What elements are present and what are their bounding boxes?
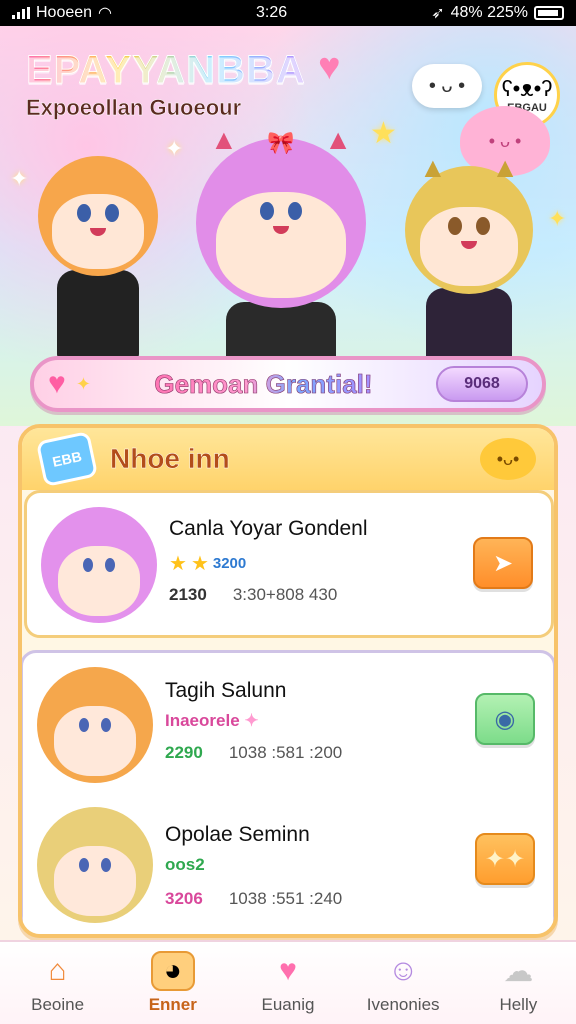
sparkles-icon: ✦✦ [484,845,526,873]
avatar [37,807,153,923]
character-head: ▲ ▲ [405,152,533,294]
nav-item-chat[interactable]: ◕ Enner [123,951,223,1015]
item-name: Opolae Seminn [165,823,310,846]
nav-item-help[interactable]: ☁ Helly [468,951,568,1015]
item-tag: oos2 [165,855,205,874]
nav-label: Helly [499,995,538,1014]
home-icon: ⌂ [48,954,67,987]
nav-label: Enner [148,995,197,1014]
character-orange-hair [38,156,158,360]
wifi-icon: ◠ [98,5,113,22]
rating-text: 3200 [212,555,247,572]
nav-item-favorites[interactable]: ♥ Euanig [238,951,338,1015]
character-head [38,156,158,276]
meta-lead: 2290 [165,743,203,762]
character-head: 🎀 ▲ ▲ [196,124,366,308]
heart-icon: ♥ [279,954,297,987]
gift-button[interactable]: ✦✦ [475,833,535,885]
sparkle-icon: ✦ [165,136,184,161]
list-item[interactable]: Tagih Salunn Inaeorele ✦ 2290 1038 :581 … [23,653,553,793]
item-meta: 2290 1038 :581 :200 [165,743,342,763]
chat-icon: ◕ [150,951,195,991]
battery-text: 48% 225% [450,4,528,21]
status-time: 3:26 [256,4,288,21]
nav-label: Euanig [261,995,315,1014]
location-icon: ➶ [431,5,445,22]
heart-icon: ♥ [318,46,341,88]
app-title: EPAYYANBBA [26,48,306,93]
cat-ears-icon: ▲ ▲ [419,152,519,183]
star-badge-icon: EBB [35,430,99,488]
avatar [41,507,157,623]
star-icon: ★ [190,553,209,575]
list-item[interactable]: Canla Yoyar Gondenl ★ ★ 3200 2130 3:30+8… [24,490,554,638]
rating: ★ ★ 3200 [169,551,246,576]
banner-text: Gemoan Grantial! [101,368,426,400]
banner-button[interactable]: 9068 [436,366,528,402]
avatar [37,667,153,783]
sparkle-icon: ✦ [75,373,91,394]
nav-label: Ivenonies [366,995,440,1014]
item-name: Tagih Salunn [165,679,287,702]
sparkle-icon: ✦ [10,166,29,191]
item-tag-text: Inaeorele [165,711,240,730]
heart-icon: ♥ [48,367,66,400]
list-group: Tagih Salunn Inaeorele ✦ 2290 1038 :581 … [22,650,554,934]
sparkle-icon: ✦ [548,206,567,231]
status-bar: Hooeen ◠ 3:26 ➶ 48% 225% [0,0,576,26]
cloud-icon: ☁ [503,954,534,988]
friends-panel: EBB Nhoe inn •ᴗ• Canla Yoyar Gondenl ★ ★… [18,424,558,938]
send-icon: ➤ [492,549,514,577]
send-button[interactable]: ➤ [473,537,533,589]
ghost-icon: ☺ [387,954,419,987]
nav-item-home[interactable]: ⌂ Beoine [8,951,108,1015]
star-icon: ★ [370,117,397,150]
meta-tail: 1038 :581 :200 [228,743,343,762]
meta-tail: 1038 :551 :240 [228,889,343,908]
mascot-face-icon: ʕ•ᴥ•ʔ [501,76,553,101]
character-pink-hair: 🎀 ▲ ▲ [196,124,366,387]
signal-icon [12,7,30,19]
promo-banner[interactable]: ♥ ✦ Gemoan Grantial! 9068 [30,356,546,412]
character-body [57,270,139,360]
meta-lead: 3206 [165,889,203,908]
panel-header: EBB Nhoe inn •ᴗ• [22,428,554,490]
panel-title: Nhoe inn [110,443,230,474]
carrier-name: Hooeen [36,4,93,21]
star-icon: ★ [169,553,187,575]
nav-item-memories[interactable]: ☺ Ivenonies [353,951,453,1015]
item-tag: Inaeorele ✦ [165,711,259,731]
chat-cloud-icon[interactable]: • ᴗ • [412,64,482,108]
sparkle-icon: ✦ [244,711,259,730]
item-meta: 2130 3:30+808 430 [169,585,337,605]
status-right: ➶ 48% 225% [431,3,564,23]
character-blonde-hair: ▲ ▲ [405,152,533,368]
chat-icon: ◉ [494,705,516,733]
meta-tail: 3:30+808 430 [232,585,338,604]
app-subtitle: Expoeollan Guoeour [26,95,242,121]
chat-button[interactable]: ◉ [475,693,535,745]
bottom-nav: ⌂ Beoine ◕ Enner ♥ Euanig ☺ Ivenonies ☁ … [0,940,576,1024]
nav-label: Beoine [31,995,85,1014]
item-name: Canla Yoyar Gondenl [169,517,368,540]
cat-ears-icon: ▲ ▲ [210,124,352,155]
chick-icon: •ᴗ• [480,438,536,480]
battery-icon [533,6,564,20]
item-meta: 3206 1038 :551 :240 [165,889,342,909]
meta-lead: 2130 [169,585,207,604]
title-block: EPAYYANBBA Expoeollan Guoeour [26,48,306,121]
list-item[interactable]: Opolae Seminn oos2 3206 1038 :551 :240 ✦… [23,799,553,934]
status-left: Hooeen ◠ [12,3,112,23]
